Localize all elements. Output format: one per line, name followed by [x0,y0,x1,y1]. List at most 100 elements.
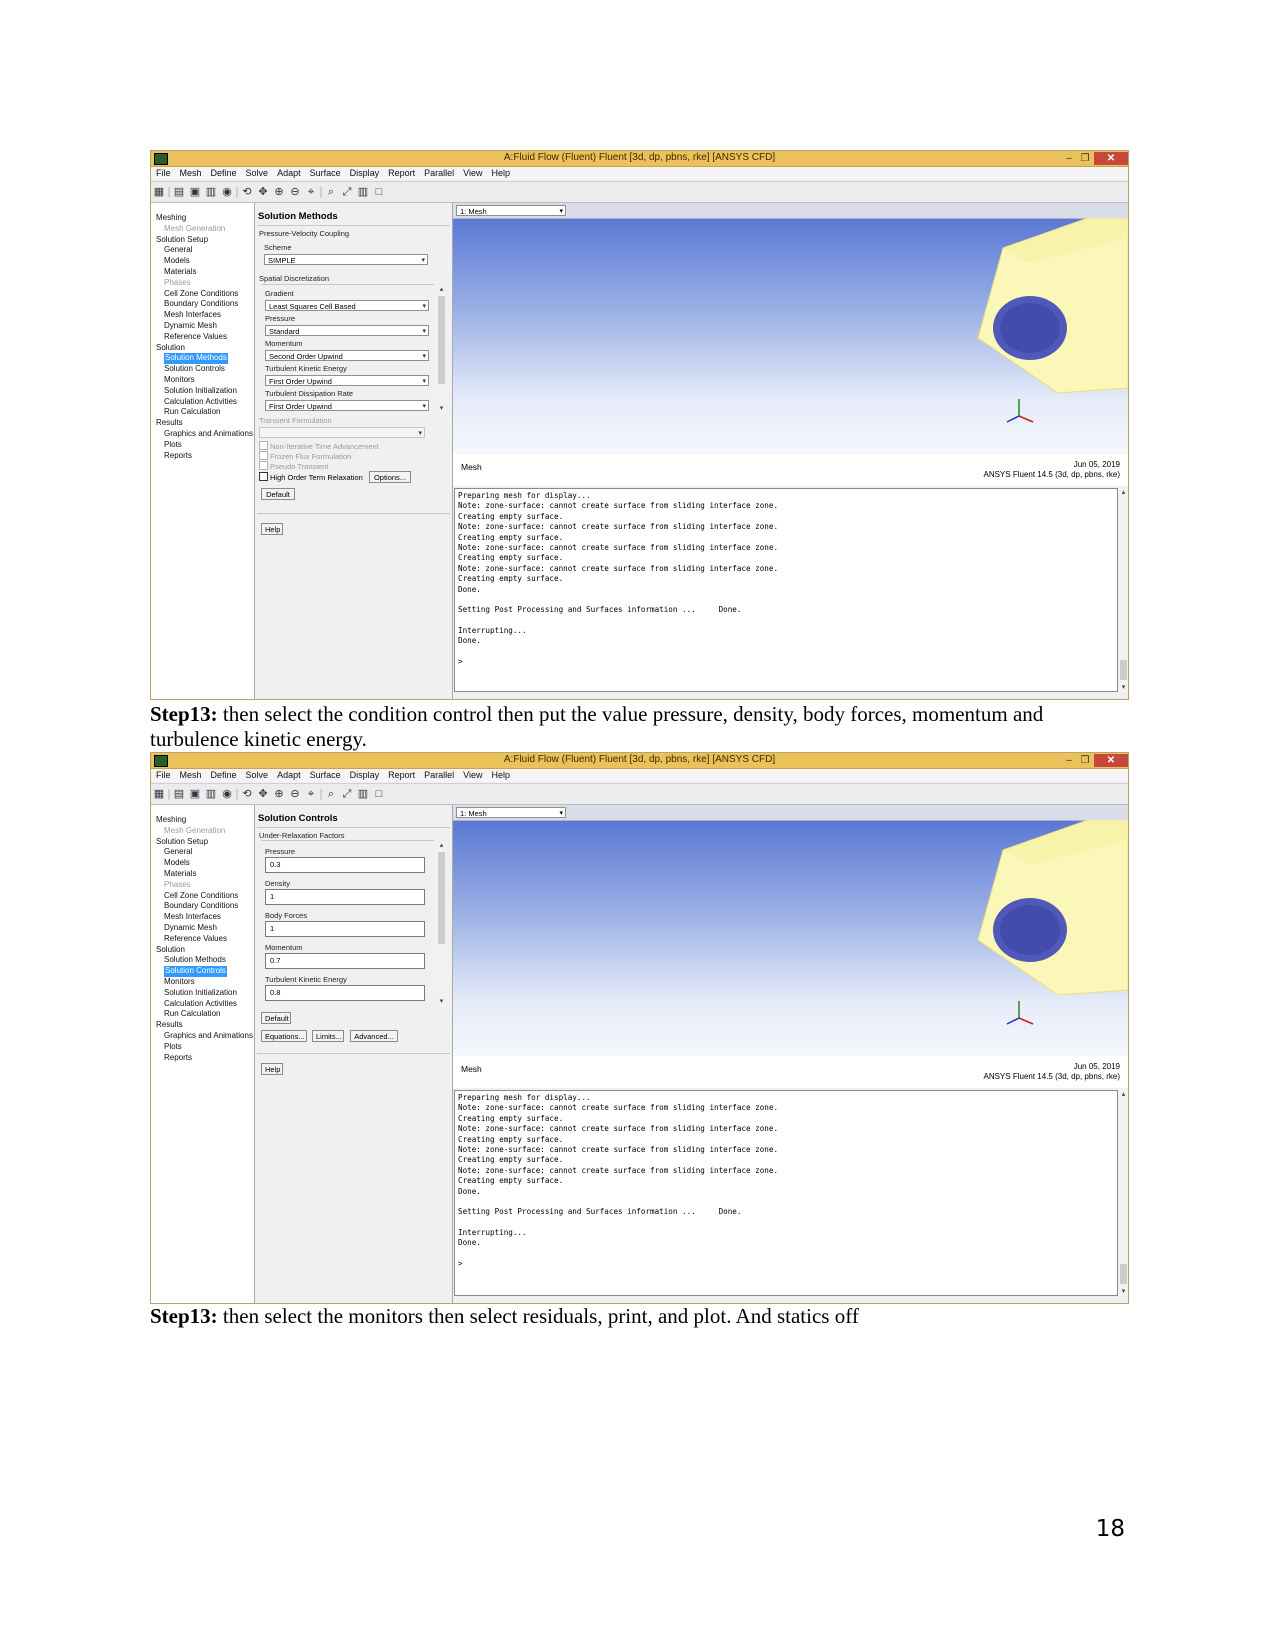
zoom-fit-icon[interactable]: ⌕ [323,182,339,202]
tree-item-models[interactable]: Models [151,858,254,869]
print-icon[interactable]: ▥ [203,784,219,804]
pan-icon[interactable]: ✥ [255,182,271,202]
equations-button[interactable]: Equations... [261,1030,307,1042]
momentum-input[interactable]: 0.7 [265,953,425,969]
scroll-down-icon[interactable]: ▾ [1119,683,1128,692]
panel-scrollbar[interactable]: ▴ ▾ [437,285,446,413]
tree-item-boundary-conditions[interactable]: Boundary Conditions [151,901,254,912]
transient-formulation-dropdown[interactable]: ▾ [259,427,425,438]
menu-mesh[interactable]: Mesh [180,167,202,180]
menu-parallel[interactable]: Parallel [424,167,454,180]
tree-item-calculation-activities[interactable]: Calculation Activities [151,999,254,1010]
open-icon[interactable]: ▤ [171,784,187,804]
tree-item-materials[interactable]: Materials [151,869,254,880]
menu-view[interactable]: View [463,769,482,782]
menu-display[interactable]: Display [350,769,380,782]
advanced-button[interactable]: Advanced... [350,1030,398,1042]
scroll-up-icon[interactable]: ▴ [437,285,446,294]
console-scrollbar[interactable]: ▴ ▾ [1119,488,1128,692]
zoom-in-icon[interactable]: ⊕ [271,784,287,804]
menu-adapt[interactable]: Adapt [277,167,301,180]
tree-item-monitors[interactable]: Monitors [151,375,254,386]
tree-item-solution-methods[interactable]: Solution Methods [151,955,254,966]
scroll-thumb[interactable] [438,296,445,384]
pseudo-transient-checkbox[interactable]: Pseudo Transient [259,461,328,471]
probe-icon[interactable]: ⌖ [303,784,319,804]
zoom-out-icon[interactable]: ⊖ [287,182,303,202]
fit-icon[interactable]: ⤢ [339,182,355,202]
layout-icon[interactable]: ▥ [355,784,371,804]
tree-item-results[interactable]: Results [151,418,254,429]
viewer-window-dropdown[interactable]: 1: Mesh ▾ [456,807,566,818]
minimize-button[interactable]: – [1062,152,1076,165]
close-button[interactable]: ✕ [1094,152,1128,165]
limits-button[interactable]: Limits... [312,1030,344,1042]
maximize-button[interactable]: ❐ [1078,754,1092,767]
scroll-thumb[interactable] [1120,660,1127,680]
console-scrollbar[interactable]: ▴ ▾ [1119,1090,1128,1296]
zoom-fit-icon[interactable]: ⌕ [323,784,339,804]
tree-item-mesh-interfaces[interactable]: Mesh Interfaces [151,310,254,321]
menu-parallel[interactable]: Parallel [424,769,454,782]
help-icon[interactable]: ◉ [219,784,235,804]
options-button[interactable]: Options... [369,471,411,483]
tool-icon[interactable]: ▦ [151,182,167,202]
scroll-down-icon[interactable]: ▾ [437,404,446,413]
tree-item-phases[interactable]: Phases [151,880,254,891]
graphics-viewer[interactable]: 1: Mesh ▾ Mesh Jun 05, 2019 ANSYS Fluent 1… [453,805,1128,1088]
tree-item-solution-initialization[interactable]: Solution Initialization [151,386,254,397]
maximize-button[interactable]: ❐ [1078,152,1092,165]
rotate-icon[interactable]: ⟲ [239,784,255,804]
tree-item-general[interactable]: General [151,245,254,256]
pressure-dropdown[interactable]: Standard ▾ [265,325,429,336]
help-button[interactable]: Help [261,1063,283,1075]
tree-item-calculation-activities[interactable]: Calculation Activities [151,397,254,408]
frozen-flux-checkbox[interactable]: Frozen Flux Formulation [259,451,351,461]
menu-file[interactable]: File [156,167,171,180]
tree-item-solution-controls[interactable]: Solution Controls [151,966,254,977]
tree-item-mesh-generation[interactable]: Mesh Generation [151,826,254,837]
zoom-in-icon[interactable]: ⊕ [271,182,287,202]
tree-item-cell-zone-conditions[interactable]: Cell Zone Conditions [151,289,254,300]
menu-report[interactable]: Report [388,167,415,180]
menu-solve[interactable]: Solve [246,167,269,180]
tree-item-run-calculation[interactable]: Run Calculation [151,407,254,418]
help-button[interactable]: Help [261,523,283,535]
tree-item-solution-setup[interactable]: Solution Setup [151,235,254,246]
tree-item-reference-values[interactable]: Reference Values [151,934,254,945]
tree-item-reports[interactable]: Reports [151,451,254,462]
tree-item-reports[interactable]: Reports [151,1053,254,1064]
menu-file[interactable]: File [156,769,171,782]
menu-view[interactable]: View [463,167,482,180]
tree-item-mesh-generation[interactable]: Mesh Generation [151,224,254,235]
menu-help[interactable]: Help [492,769,511,782]
momentum-dropdown[interactable]: Second Order Upwind ▾ [265,350,429,361]
tree-item-reference-values[interactable]: Reference Values [151,332,254,343]
tree-item-materials[interactable]: Materials [151,267,254,278]
default-button[interactable]: Default [261,1012,291,1024]
window-icon[interactable]: □ [371,182,387,202]
probe-icon[interactable]: ⌖ [303,182,319,202]
save-icon[interactable]: ▣ [187,784,203,804]
tree-item-phases[interactable]: Phases [151,278,254,289]
non-iterative-checkbox[interactable]: Non-Iterative Time Advancement [259,441,379,451]
menu-define[interactable]: Define [211,769,237,782]
tree-item-dynamic-mesh[interactable]: Dynamic Mesh [151,321,254,332]
default-button[interactable]: Default [261,488,295,500]
tree-item-solution-controls[interactable]: Solution Controls [151,364,254,375]
scroll-up-icon[interactable]: ▴ [1119,1090,1128,1099]
tree-item-meshing[interactable]: Meshing [151,815,254,826]
menu-surface[interactable]: Surface [310,769,341,782]
density-input[interactable]: 1 [265,889,425,905]
tree-item-plots[interactable]: Plots [151,1042,254,1053]
console-text[interactable]: Preparing mesh for display... Note: zone-… [454,488,1118,692]
tree-item-meshing[interactable]: Meshing [151,213,254,224]
menu-report[interactable]: Report [388,769,415,782]
pressure-input[interactable]: 0.3 [265,857,425,873]
tke-input[interactable]: 0.8 [265,985,425,1001]
tke-dropdown[interactable]: First Order Upwind ▾ [265,375,429,386]
gradient-dropdown[interactable]: Least Squares Cell Based ▾ [265,300,429,311]
tree-item-solution-setup[interactable]: Solution Setup [151,837,254,848]
tree-item-cell-zone-conditions[interactable]: Cell Zone Conditions [151,891,254,902]
body-forces-input[interactable]: 1 [265,921,425,937]
